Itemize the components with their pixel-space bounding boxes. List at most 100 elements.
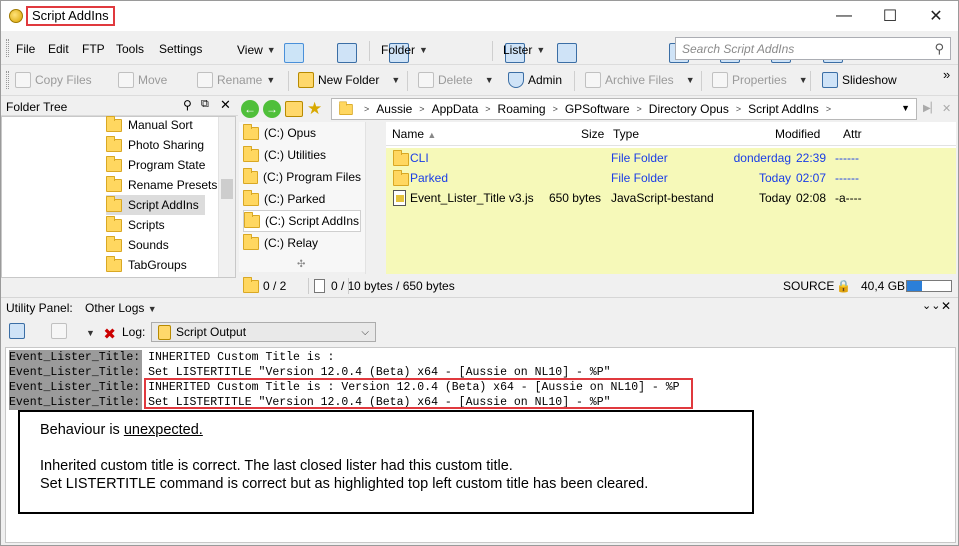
tree-item[interactable]: Manual Sort xyxy=(106,115,199,135)
col-size[interactable]: Size xyxy=(581,127,604,141)
col-name[interactable]: Name ▲ xyxy=(392,127,436,141)
save-log-icon[interactable] xyxy=(9,323,25,339)
menu-toolbar: File Edit FTP Tools Settings View ▼ Folde… xyxy=(1,32,958,65)
tree-item[interactable]: Photo Sharing xyxy=(106,135,210,155)
slideshow-label: Slideshow xyxy=(842,73,897,87)
minimize-button[interactable]: — xyxy=(821,1,867,31)
tree-options-icon[interactable]: ⧉ xyxy=(201,98,209,111)
status-folders: 0 / 2 xyxy=(263,279,287,293)
close-icon[interactable]: ✕ xyxy=(220,97,231,113)
chevron-down-icon[interactable]: ▼ xyxy=(86,328,95,338)
file-row[interactable]: CLI File Folder donderdag 22:39 ------ xyxy=(386,148,956,168)
tree-item[interactable]: Rename Presets xyxy=(106,175,223,195)
toolbar-grip[interactable] xyxy=(6,39,9,57)
favorites-list: (C:) Opus (C:) Utilities (C:) Program File… xyxy=(239,122,381,272)
menu-file[interactable]: File xyxy=(16,42,35,56)
properties-button[interactable]: Properties ▼ xyxy=(712,70,808,90)
sort-ascending-icon: ▲ xyxy=(427,129,437,140)
breadcrumb-item[interactable]: Directory Opus xyxy=(646,102,732,116)
favorite-item[interactable]: (C:) Relay xyxy=(243,232,361,254)
copy-files-button[interactable]: Copy Files xyxy=(15,70,92,90)
move-button[interactable]: Move xyxy=(118,70,167,90)
forward-arrow-icon[interactable]: → xyxy=(263,100,281,118)
folder-tree-scrollbar[interactable] xyxy=(218,117,235,277)
file-attr: -a---- xyxy=(835,191,862,205)
close-icon[interactable]: ✕ xyxy=(942,102,951,115)
favorite-item[interactable]: (C:) Opus xyxy=(243,122,361,144)
admin-button[interactable]: Admin xyxy=(508,70,562,90)
lock-icon[interactable]: 🔒 xyxy=(836,279,851,293)
parent-folder-icon[interactable] xyxy=(285,101,303,117)
chevron-right-icon[interactable]: > xyxy=(732,104,745,114)
delete-button[interactable]: Delete ▼ xyxy=(418,70,494,90)
chevron-right-icon[interactable]: > xyxy=(549,104,562,114)
chevron-down-icon[interactable]: ▼ xyxy=(901,103,910,113)
breadcrumb[interactable]: > Aussie > AppData > Roaming > GPSoftware > Dire… xyxy=(331,98,917,120)
favorite-item[interactable]: (C:) Parked xyxy=(243,188,361,210)
tree-item-label: Sounds xyxy=(128,238,169,252)
search-icon[interactable]: ⚲ xyxy=(183,98,192,112)
breadcrumb-item[interactable]: Aussie xyxy=(373,102,415,116)
file-row[interactable]: Parked File Folder Today 02:07 ------ xyxy=(386,168,956,188)
menu-ftp[interactable]: FTP xyxy=(82,42,105,56)
breadcrumb-item[interactable]: GPSoftware xyxy=(562,102,633,116)
clear-log-icon[interactable]: ✖ xyxy=(102,327,118,343)
collapse-icon[interactable]: ⌄⌄ xyxy=(922,299,940,312)
copy-log-icon[interactable] xyxy=(51,323,68,339)
favorite-item[interactable]: (C:) Script AddIns xyxy=(243,210,361,232)
search-icon[interactable]: ⚲ xyxy=(934,41,944,57)
favorites-scrollbar[interactable] xyxy=(365,122,382,274)
chevron-right-icon[interactable]: > xyxy=(822,104,835,114)
log-select[interactable]: Script Output ⌵ xyxy=(151,322,376,342)
toolbar-overflow-button[interactable]: » xyxy=(943,67,950,82)
maximize-button[interactable]: ☐ xyxy=(867,1,913,31)
breadcrumb-item[interactable]: AppData xyxy=(429,102,482,116)
folder-icon xyxy=(106,255,122,272)
chevron-right-icon[interactable]: > xyxy=(633,104,646,114)
breadcrumb-items: Aussie > AppData > Roaming > GPSoftware > Direct… xyxy=(373,102,835,116)
chevron-right-icon[interactable]: > xyxy=(415,104,428,114)
close-button[interactable]: ✕ xyxy=(913,1,958,31)
tree-item[interactable]: Script AddIns xyxy=(106,195,205,215)
breadcrumb-item[interactable]: Script AddIns xyxy=(745,102,822,116)
rename-button[interactable]: Rename ▼ xyxy=(197,70,275,90)
search-input[interactable]: Search Script AddIns ⚲ xyxy=(675,37,951,60)
chevron-right-icon[interactable]: > xyxy=(481,104,494,114)
utility-toolbar: ✖ ▼ Log: xyxy=(1,319,958,345)
thumbnails-view-icon[interactable] xyxy=(337,43,358,63)
folder-icon xyxy=(243,233,259,250)
lister-menu-button[interactable]: Lister ▼ xyxy=(503,40,545,60)
tree-item[interactable]: Program State xyxy=(106,155,211,175)
folder-tabs-icon[interactable] xyxy=(557,43,578,63)
col-type[interactable]: Type xyxy=(613,127,639,141)
status-divider xyxy=(308,278,309,294)
favorites-star-icon[interactable]: ★ xyxy=(307,99,322,119)
menu-settings[interactable]: Settings xyxy=(159,42,202,56)
folder-menu-button[interactable]: Folder ▼ xyxy=(381,40,428,60)
utility-tab-other-logs[interactable]: Other Logs ▼ xyxy=(85,301,157,315)
tree-item[interactable]: Sounds xyxy=(106,235,175,255)
menu-tools[interactable]: Tools xyxy=(116,42,144,56)
new-folder-button[interactable]: New Folder ▼ xyxy=(298,70,400,90)
breadcrumb-item[interactable]: Roaming xyxy=(495,102,549,116)
details-view-icon[interactable] xyxy=(284,43,304,63)
file-modified-time: 22:39 xyxy=(796,151,827,165)
split-toggle-icon[interactable]: ▶▏ xyxy=(923,103,938,114)
slideshow-button[interactable]: Slideshow xyxy=(822,70,897,90)
favorite-item[interactable]: (C:) Utilities xyxy=(243,144,361,166)
scrollbar-thumb[interactable] xyxy=(221,179,233,199)
tree-item[interactable]: Scripts xyxy=(106,215,171,235)
tree-item[interactable]: TabGroups xyxy=(106,255,193,275)
back-arrow-icon[interactable]: ← xyxy=(241,100,259,118)
log-line: Event_Lister_Title: INHERITED Custom Titl… xyxy=(9,350,334,365)
favorite-item[interactable]: (C:) Program Files xyxy=(243,166,361,188)
view-menu-button[interactable]: View ▼ xyxy=(237,40,276,60)
col-attr[interactable]: Attr xyxy=(843,127,862,141)
file-row[interactable]: Event_Lister_Title v3.js 650 bytes JavaScr… xyxy=(386,188,956,208)
archive-files-button[interactable]: Archive Files ▼ xyxy=(585,70,695,90)
close-icon[interactable]: ✕ xyxy=(941,299,951,313)
toolbar-grip[interactable] xyxy=(6,71,9,89)
menu-edit[interactable]: Edit xyxy=(48,42,69,56)
drag-handle-icon[interactable]: ✣ xyxy=(297,259,305,270)
col-modified[interactable]: Modified xyxy=(775,127,820,141)
